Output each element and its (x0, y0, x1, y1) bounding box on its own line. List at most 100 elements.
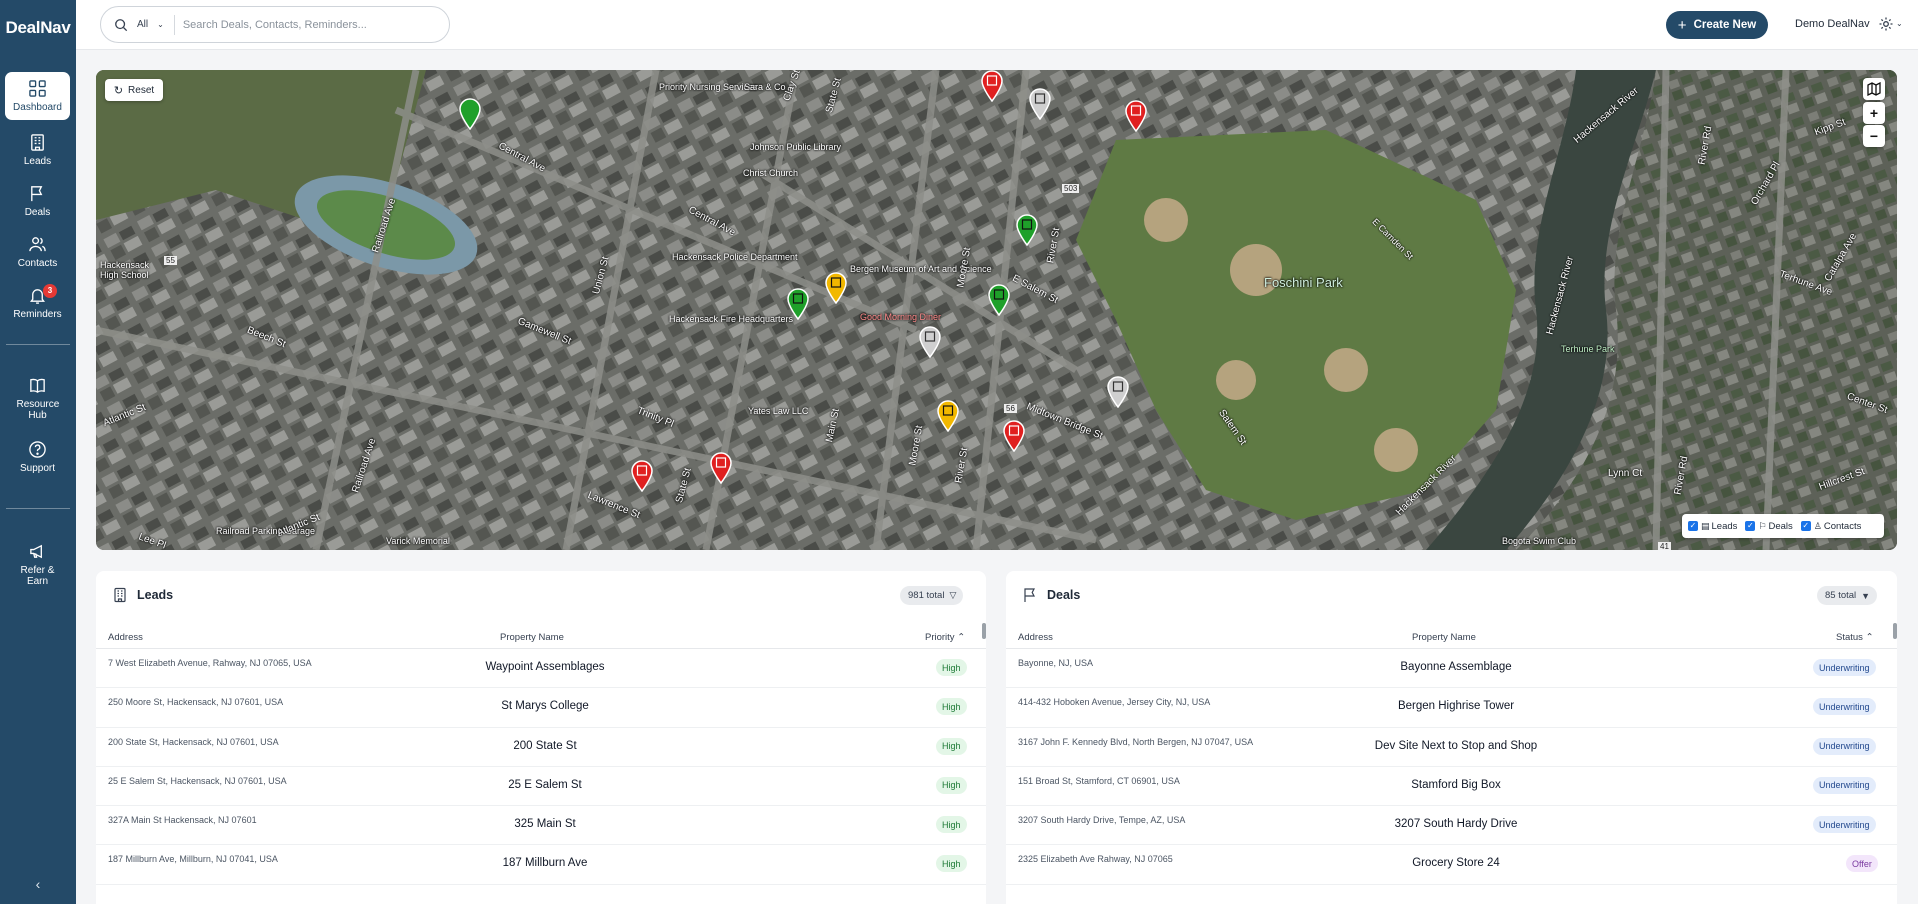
zoom-in-button[interactable]: + (1863, 102, 1885, 124)
sidebar-collapse-button[interactable]: ‹ (0, 876, 76, 892)
table-row[interactable]: Bayonne, NJ, USA Bayonne Assemblage Unde… (1006, 649, 1897, 689)
sidebar-item-deals[interactable]: Deals (5, 176, 70, 226)
create-new-label: Create New (1693, 19, 1757, 31)
table-row[interactable]: 2325 Elizabeth Ave Rahway, NJ 07065 Groc… (1006, 845, 1897, 885)
zoom-out-button[interactable]: − (1863, 125, 1885, 147)
sidebar-item-contacts[interactable]: Contacts (5, 227, 70, 277)
search-scope-select[interactable]: All (137, 19, 148, 30)
legend-deals[interactable]: ✓ ⚐ Deals (1745, 521, 1793, 532)
search-separator (173, 14, 175, 35)
map-marker-deal[interactable] (1124, 100, 1148, 132)
map-label-law: Yates Law LLC (748, 406, 809, 416)
chevron-down-icon[interactable]: ⌄ (1896, 19, 1903, 28)
sidebar-item-label: Reminders (13, 309, 62, 320)
col-address[interactable]: Address (108, 632, 143, 643)
map-label-terhune-park: Terhune Park (1561, 344, 1615, 354)
deals-scrollbar[interactable] (1893, 623, 1897, 639)
checkbox-checked-icon[interactable]: ✓ (1800, 521, 1811, 531)
chevron-down-icon[interactable]: ⌄ (157, 20, 164, 29)
leads-total-filter[interactable]: 981 total ▽ (900, 586, 964, 605)
map-marker-lead[interactable] (824, 272, 848, 304)
checkbox-checked-icon[interactable]: ✓ (1745, 521, 1756, 531)
table-row[interactable]: 187 Millburn Ave, Millburn, NJ 07041, US… (96, 845, 986, 885)
map-marker-deal[interactable] (980, 70, 1004, 102)
map-marker-deal[interactable] (630, 460, 654, 492)
map-icon (1867, 82, 1881, 96)
deal-address: 151 Broad St, Stamford, CT 06901, USA (1018, 775, 1180, 786)
map-route-503: 503 (1062, 184, 1080, 193)
map-marker-lead[interactable] (1028, 88, 1052, 120)
table-row[interactable]: 327A Main St Hackensack, NJ 07601 325 Ma… (96, 806, 986, 846)
legend-leads-label: Leads (1711, 520, 1738, 532)
deal-property-name: Grocery Store 24 (1412, 857, 1500, 870)
lead-address: 327A Main St Hackensack, NJ 07601 (108, 815, 257, 826)
top-bar: All ⌄ + Create New Demo DealNav ⌄ (76, 0, 1918, 50)
leads-scrollbar[interactable] (982, 623, 986, 639)
sidebar-item-resource-hub[interactable]: Resource Hub (5, 370, 70, 426)
sidebar-item-label: Deals (24, 207, 51, 218)
sidebar-item-reminders[interactable]: 3 Reminders (5, 278, 70, 328)
table-row[interactable]: 414-432 Hoboken Avenue, Jersey City, NJ,… (1006, 688, 1897, 728)
checkbox-checked-icon[interactable]: ✓ (1688, 521, 1698, 531)
deal-property-name: Bayonne Assemblage (1400, 661, 1512, 673)
deal-property-name: Bergen Highrise Tower (1397, 700, 1515, 713)
sidebar-item-support[interactable]: Support (5, 432, 70, 482)
map-marker-lead[interactable] (987, 284, 1011, 316)
sidebar-item-refer-earn[interactable]: Refer & Earn (5, 536, 70, 592)
map-marker-lead[interactable] (786, 288, 810, 320)
map-marker-contact[interactable] (458, 98, 482, 130)
map-marker-lead[interactable] (1106, 376, 1130, 408)
map-label-fire: Hackensack Fire Headquarters (669, 314, 794, 324)
legend-contacts-label: Contacts (1823, 520, 1862, 532)
lead-address: 250 Moore St, Hackensack, NJ 07601, USA (108, 697, 284, 708)
col-priority[interactable]: Priority ⌃ (925, 632, 965, 643)
map-view[interactable]: Priority Nursing Services Johnson Public… (96, 70, 1897, 550)
lead-address: 7 West Elizabeth Avenue, Rahway, NJ 0706… (108, 658, 312, 668)
grid-icon (29, 80, 46, 97)
map-marker-deal[interactable] (1002, 420, 1026, 452)
sidebar-item-label: Support (19, 463, 56, 474)
col-property-name[interactable]: Property Name (500, 632, 564, 643)
create-new-button[interactable]: + Create New (1666, 11, 1768, 39)
col-status[interactable]: Status ⌃ (1836, 632, 1874, 643)
status-badge: Underwriting (1813, 737, 1876, 755)
legend-contacts[interactable]: ✓ ♙ Contacts (1800, 520, 1862, 532)
map-label-nursing: Priority Nursing Services (659, 82, 758, 92)
map-layers-button[interactable] (1863, 78, 1885, 100)
priority-badge: High (936, 855, 967, 873)
lead-address: 200 State St, Hackensack, NJ 07601, USA (108, 736, 279, 747)
user-icon: ♙ (1813, 520, 1822, 531)
deals-total-filter[interactable]: 85 total ▼ (1817, 586, 1878, 605)
lead-property-name: St Marys College (501, 700, 589, 713)
table-row[interactable]: 250 Moore St, Hackensack, NJ 07601, USA … (96, 688, 986, 728)
table-row[interactable]: 3207 South Hardy Drive, Tempe, AZ, USA 3… (1006, 806, 1897, 846)
status-badge: Offer (1846, 855, 1878, 873)
map-marker-lead[interactable] (918, 326, 942, 358)
map-label-police: Hackensack Police Department (672, 252, 798, 262)
sidebar-item-dashboard[interactable]: Dashboard (5, 72, 70, 120)
sidebar-item-label: Dashboard (13, 102, 62, 113)
lead-property-name: 200 State St (513, 739, 577, 752)
table-row[interactable]: 7 West Elizabeth Avenue, Rahway, NJ 0706… (96, 649, 986, 689)
map-marker-deal[interactable] (709, 452, 733, 484)
col-status-label: Status (1836, 632, 1863, 643)
table-row[interactable]: 200 State St, Hackensack, NJ 07601, USA … (96, 728, 986, 767)
map-reset-button[interactable]: ↻ Reset (105, 79, 163, 101)
priority-badge: High (936, 659, 967, 676)
table-row[interactable]: 25 E Salem St, Hackensack, NJ 07601, USA… (96, 767, 986, 807)
status-badge: Underwriting (1813, 776, 1876, 794)
map-label-lynn: Lynn Ct (1608, 468, 1643, 479)
sidebar-item-leads[interactable]: Leads (5, 125, 70, 175)
search-input[interactable] (182, 18, 383, 31)
map-marker-lead[interactable] (1015, 214, 1039, 246)
legend-leads[interactable]: ✓ ▤ Leads (1688, 521, 1737, 532)
map-marker-lead[interactable] (936, 400, 960, 432)
gear-icon[interactable] (1878, 16, 1894, 32)
deal-property-name: Stamford Big Box (1411, 778, 1501, 791)
user-name[interactable]: Demo DealNav (1795, 18, 1870, 30)
col-address[interactable]: Address (1018, 632, 1053, 643)
app-logo[interactable]: DealNav (0, 18, 76, 38)
table-row[interactable]: 151 Broad St, Stamford, CT 06901, USA St… (1006, 767, 1897, 807)
col-property-name[interactable]: Property Name (1412, 632, 1476, 643)
table-row[interactable]: 3167 John F. Kennedy Blvd, North Bergen,… (1006, 728, 1897, 767)
